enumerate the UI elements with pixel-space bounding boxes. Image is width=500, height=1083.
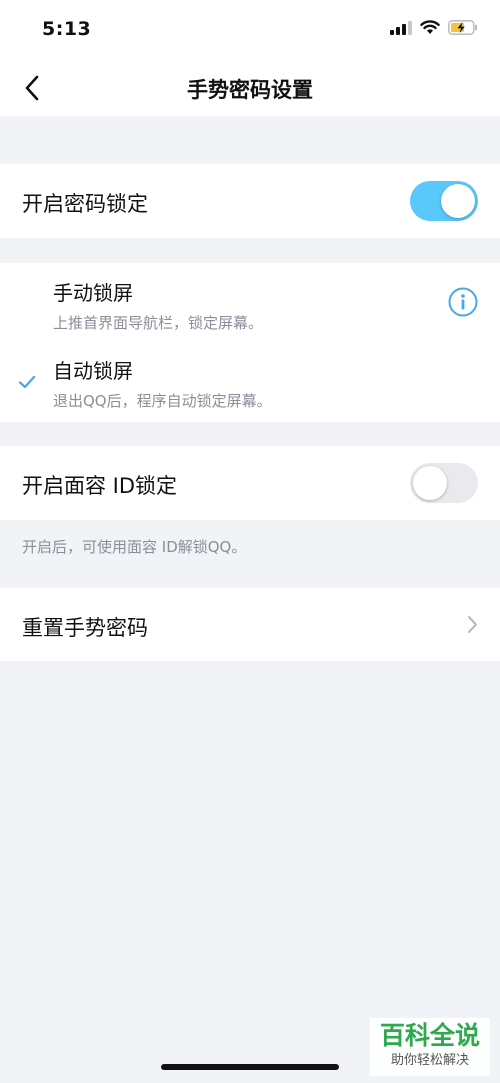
page-title: 手势密码设置 [187, 78, 313, 102]
face-id-note: 开启后，可使用面容 ID解锁QQ。 [22, 538, 247, 556]
battery-charging-icon [448, 20, 477, 35]
face-id-lock-label: 开启面容 ID锁定 [22, 474, 178, 498]
watermark-slogan: 助你轻松解决 [390, 1053, 469, 1068]
chevron-right-icon [468, 616, 477, 633]
wifi-icon [420, 20, 440, 34]
auto-lock-option[interactable]: 自动锁屏 退出QQ后，程序自动锁定屏幕。 [0, 343, 500, 422]
nav-bar: 手势密码设置 [0, 60, 500, 116]
manual-lock-option[interactable]: 手动锁屏 上推首界面导航栏，锁定屏幕。 [0, 263, 500, 341]
status-bar: 5:13 [0, 0, 500, 60]
status-icons [390, 20, 478, 35]
password-lock-row: 开启密码锁定 [0, 164, 500, 238]
toggle-knob [413, 466, 447, 500]
info-icon[interactable] [448, 287, 478, 317]
password-lock-label: 开启密码锁定 [22, 192, 148, 216]
signal-icon [390, 20, 412, 35]
lock-mode-group: 手动锁屏 上推首界面导航栏，锁定屏幕。 自动锁屏 退出QQ后，程序自动锁定屏幕。 [0, 263, 500, 422]
home-indicator[interactable] [161, 1064, 339, 1070]
face-id-lock-toggle[interactable] [410, 463, 478, 503]
toggle-knob [441, 184, 475, 218]
face-id-lock-row: 开启面容 ID锁定 [0, 446, 500, 520]
checkmark-icon [18, 375, 36, 389]
auto-lock-title: 自动锁屏 [53, 359, 133, 383]
password-lock-toggle[interactable] [410, 181, 478, 221]
manual-lock-description: 上推首界面导航栏，锁定屏幕。 [53, 314, 264, 332]
auto-lock-description: 退出QQ后，程序自动锁定屏幕。 [53, 392, 272, 410]
manual-lock-title: 手动锁屏 [53, 281, 133, 305]
watermark-logo: 百科全说 助你轻松解决 [370, 1018, 490, 1076]
reset-gesture-password-row[interactable]: 重置手势密码 [0, 588, 500, 661]
status-time: 5:13 [42, 18, 92, 40]
reset-gesture-password-label: 重置手势密码 [22, 616, 148, 640]
watermark-brand: 百科全说 [379, 1021, 480, 1050]
